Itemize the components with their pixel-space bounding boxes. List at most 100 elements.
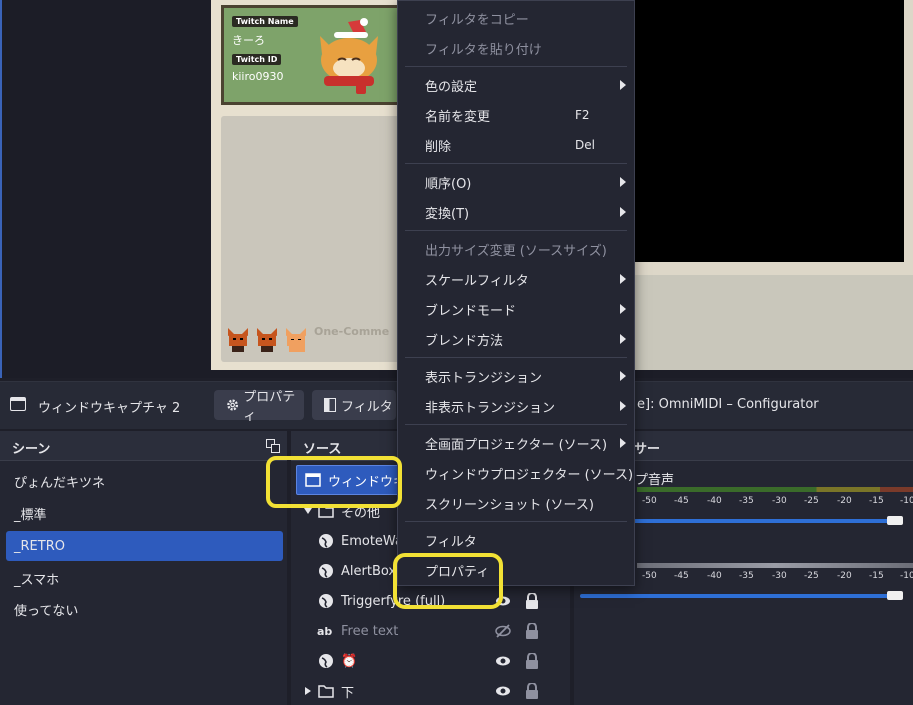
scene-item-label: _RETRO: [14, 538, 65, 554]
menu-item-hide-transition[interactable]: 非表示トランジション: [398, 391, 634, 421]
captured-window-black: [634, 0, 904, 262]
highlight-annotation-source: [266, 456, 402, 508]
properties-button-label: プロパティ: [243, 390, 296, 424]
lock-icon[interactable]: [525, 683, 539, 699]
audio-meter: [637, 563, 913, 568]
menu-item-label: フィルタをコピー: [425, 12, 529, 28]
submenu-arrow-icon: [620, 274, 626, 284]
submenu-arrow-icon: [620, 177, 626, 187]
pixel-fox-icon: [228, 328, 248, 352]
tick-label: -35: [739, 496, 754, 506]
menu-item-label: フィルタ: [425, 534, 477, 550]
tick-label: -40: [707, 571, 722, 581]
menu-item-label: フィルタを貼り付け: [425, 42, 542, 58]
menu-item-filters[interactable]: フィルタ: [398, 525, 634, 555]
menu-item-transform[interactable]: 変換(T): [398, 197, 634, 227]
menu-item-label: 削除: [425, 139, 452, 155]
source-label: AlertBox: [341, 563, 397, 579]
menu-separator: [405, 163, 627, 164]
volume-slider[interactable]: [580, 594, 890, 598]
menu-item-scale-filter[interactable]: スケールフィルタ: [398, 264, 634, 294]
canvas-right-low: [634, 275, 913, 370]
chevron-down-icon[interactable]: [304, 507, 312, 515]
eye-icon[interactable]: [495, 653, 511, 669]
menu-item-show-transition[interactable]: 表示トランジション: [398, 361, 634, 391]
lock-icon[interactable]: [525, 653, 539, 669]
eye-icon[interactable]: [495, 683, 511, 699]
source-label: 下: [341, 685, 355, 701]
tick-label: -50: [642, 571, 657, 581]
volume-slider-handle[interactable]: [887, 516, 903, 525]
capture-window-selector[interactable]: e]: OmniMIDI – Configurator: [637, 397, 819, 412]
menu-item-blend-method[interactable]: ブレンド方法: [398, 324, 634, 354]
tick-label: -45: [674, 571, 689, 581]
menu-item-resize-output[interactable]: 出力サイズ変更 (ソースサイズ): [398, 234, 634, 264]
chevron-right-icon[interactable]: [304, 687, 312, 695]
filters-button-label: フィルタ: [341, 399, 393, 415]
scene-item-pyonda-kitsune[interactable]: ぴょんだキツネ: [6, 466, 283, 496]
tick-label: -25: [804, 496, 819, 506]
menu-item-rename[interactable]: 名前を変更 F2: [398, 100, 634, 130]
volume-slider-handle[interactable]: [887, 591, 903, 600]
mixer-channel-label: プ音声: [635, 473, 675, 488]
mixer-dock-title: サー: [634, 442, 661, 457]
menu-item-copy-filters[interactable]: フィルタをコピー: [398, 3, 634, 33]
menu-item-label: 表示トランジション: [425, 370, 543, 386]
menu-item-paste-filters[interactable]: フィルタを貼り付け: [398, 33, 634, 63]
source-label: EmoteWa: [341, 533, 403, 549]
menu-item-blend-mode[interactable]: ブレンドモード: [398, 294, 634, 324]
menu-item-screenshot[interactable]: スクリーンショット (ソース): [398, 488, 634, 518]
scene-item-retro[interactable]: _RETRO: [6, 531, 283, 561]
eye-slash-icon[interactable]: [495, 623, 511, 639]
tick-label: -45: [674, 496, 689, 506]
filter-icon: [324, 398, 336, 412]
scene-item-standard[interactable]: _標準: [6, 498, 283, 528]
text-icon: ab: [317, 624, 333, 638]
scenes-dock-header: シーン: [0, 431, 287, 461]
menu-separator: [405, 66, 627, 67]
pixel-fox-icon: [286, 328, 306, 352]
scene-item-unused[interactable]: 使ってない: [6, 594, 283, 624]
tick-label: -10: [900, 496, 913, 506]
menu-separator: [405, 424, 627, 425]
menu-item-order[interactable]: 順序(O): [398, 167, 634, 197]
submenu-arrow-icon: [620, 371, 626, 381]
menu-item-label: 非表示トランジション: [425, 400, 556, 416]
menu-item-label: 名前を変更: [425, 109, 491, 125]
menu-item-label: 順序(O): [425, 176, 472, 192]
lock-icon[interactable]: [525, 593, 539, 609]
lock-icon[interactable]: [525, 623, 539, 639]
undock-icon[interactable]: [266, 439, 280, 453]
menu-item-label: 全画面プロジェクター (ソース): [425, 437, 608, 453]
submenu-arrow-icon: [620, 304, 626, 314]
selected-source-name: ウィンドウキャプチャ 2: [38, 401, 181, 416]
tick-label: -15: [869, 571, 884, 581]
twitch-id-tag: Twitch ID: [232, 54, 282, 65]
submenu-arrow-icon: [620, 334, 626, 344]
tick-label: -15: [869, 496, 884, 506]
audio-meter: [637, 487, 913, 492]
menu-item-delete[interactable]: 削除 Del: [398, 130, 634, 160]
globe-icon: [319, 594, 333, 608]
scene-item-smartphone[interactable]: _スマホ: [6, 563, 283, 593]
scenes-dock-title: シーン: [12, 442, 51, 457]
menu-item-window-projector[interactable]: ウィンドウプロジェクター (ソース): [398, 458, 634, 488]
tick-label: -30: [772, 496, 787, 506]
tick-label: -20: [837, 571, 852, 581]
source-row[interactable]: 下: [300, 676, 570, 705]
properties-button[interactable]: プロパティ: [214, 390, 304, 424]
menu-item-color[interactable]: 色の設定: [398, 70, 634, 100]
menu-item-label: ブレンド方法: [425, 333, 504, 349]
globe-icon: [319, 564, 333, 578]
context-menu: フィルタをコピー フィルタを貼り付け 色の設定 名前を変更 F2 削除 Del 順序…: [397, 0, 635, 586]
source-row[interactable]: ⏰: [300, 646, 570, 676]
filters-button[interactable]: フィルタ: [312, 390, 396, 420]
globe-icon: [319, 534, 333, 548]
source-row[interactable]: ab Free text: [300, 616, 570, 646]
tick-label: -10: [900, 571, 913, 581]
folder-icon: [318, 685, 334, 698]
submenu-arrow-icon: [620, 401, 626, 411]
chat-brand-label: One-Comme: [314, 325, 390, 338]
menu-item-label: ウィンドウプロジェクター (ソース): [425, 467, 634, 483]
menu-item-fullscreen-projector[interactable]: 全画面プロジェクター (ソース): [398, 428, 634, 458]
